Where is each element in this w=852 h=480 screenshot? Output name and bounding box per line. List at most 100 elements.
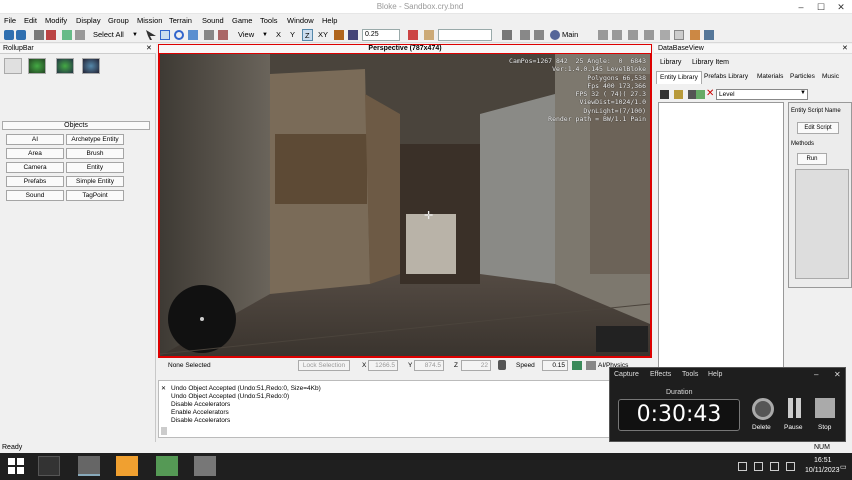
maximize-button[interactable]: ☐ [814,1,828,13]
network-icon[interactable] [738,462,747,471]
library-select[interactable]: Level [716,89,808,100]
select-all-label[interactable]: Select All [93,29,124,41]
select-terrain-icon[interactable] [204,30,214,40]
tagpoint-button[interactable]: TagPoint [66,190,124,201]
terrain-snap-icon[interactable] [334,30,344,40]
z-coordinate-field[interactable]: 22 [461,360,491,371]
display-tab-icon[interactable] [56,58,74,74]
chevron-down-icon[interactable]: ▼ [132,29,138,41]
menu-window[interactable]: Window [287,16,314,25]
pause-icon[interactable] [788,398,793,418]
area-button[interactable]: Area [6,148,64,159]
methods-list[interactable] [795,169,849,279]
close-icon[interactable]: ✕ [161,385,166,392]
console-scroll-handle[interactable] [161,427,167,435]
menu-file[interactable]: File [4,16,16,25]
run-button[interactable]: Run [797,153,827,165]
terrain-follow-icon[interactable] [572,361,582,370]
lock-selection-button[interactable]: Lock Selection [298,360,350,371]
camera-button[interactable]: Camera [6,162,64,173]
menu-game[interactable]: Game [232,16,252,25]
undo-icon[interactable] [4,30,14,40]
axis-x-button[interactable]: X [276,29,281,41]
lock-icon[interactable] [498,360,506,370]
delete-button[interactable]: Delete [752,424,771,431]
sandbox-editor-icon[interactable] [78,456,100,476]
physics-icon[interactable] [534,30,544,40]
menu-library[interactable]: Library [660,59,681,66]
menu-sound[interactable]: Sound [202,16,224,25]
select-icon[interactable] [62,30,72,40]
windows-start-icon[interactable] [6,456,28,476]
layers-tab-icon[interactable] [82,58,100,74]
help-menu[interactable]: Help [708,371,722,378]
simple-entity-button[interactable]: Simple Entity [66,176,124,187]
game-icon[interactable] [156,456,178,476]
snap-icon[interactable] [218,30,228,40]
main-label[interactable]: Main [562,29,578,41]
terrain-tab-icon[interactable] [28,58,46,74]
step-icon[interactable] [628,30,638,40]
camera-speed-icon[interactable] [586,361,596,370]
prefabs-button[interactable]: Prefabs [6,176,64,187]
speed-field[interactable]: 0.15 [542,360,568,371]
axis-y-button[interactable]: Y [290,29,295,41]
unlink-icon[interactable] [46,30,56,40]
clone-icon[interactable] [696,90,705,99]
speaker-icon[interactable] [754,462,763,471]
pause-button[interactable]: Pause [784,424,802,431]
settings-icon[interactable] [704,30,714,40]
move-icon[interactable] [160,30,170,40]
view-label[interactable]: View [238,29,254,41]
library-tree[interactable] [658,102,784,412]
open-folder-icon[interactable] [674,90,683,99]
stop-button[interactable]: Stop [818,424,831,431]
close-button[interactable]: ✕ [834,1,848,13]
main-icon[interactable] [550,30,560,40]
volume-icon[interactable] [786,462,795,471]
menu-modify[interactable]: Modify [45,16,67,25]
ruler-icon[interactable] [424,30,434,40]
minimize-icon[interactable]: – [814,370,818,379]
close-icon[interactable]: ✕ [834,370,841,379]
rotate-icon[interactable] [174,30,184,40]
close-icon[interactable]: ✕ [842,44,848,52]
grid-icon[interactable] [348,30,358,40]
brush-button[interactable]: Brush [66,148,124,159]
pointer-icon[interactable] [146,30,156,40]
y-coordinate-field[interactable]: 874.5 [414,360,444,371]
step-back-icon[interactable] [598,30,608,40]
library-icon[interactable] [660,30,670,40]
layer-select[interactable] [438,29,492,41]
entity-button[interactable]: Entity [66,162,124,173]
x-coordinate-field[interactable]: 1266.5 [368,360,398,371]
menu-mission[interactable]: Mission [137,16,162,25]
media-player-icon[interactable] [116,456,138,476]
stop-icon[interactable] [815,398,835,418]
chevron-down-icon[interactable]: ▼ [800,90,806,96]
minimize-button[interactable]: – [794,1,808,13]
delete-icon[interactable]: ✕ [706,88,714,99]
close-icon[interactable]: ✕ [146,44,152,52]
menu-display[interactable]: Display [76,16,101,25]
play-icon[interactable] [612,30,622,40]
terminal-icon[interactable] [38,456,60,476]
axis-z-button[interactable]: Z [302,29,313,41]
ai-button[interactable]: AI [6,134,64,145]
export-icon[interactable] [690,30,700,40]
menu-terrain[interactable]: Terrain [169,16,192,25]
blank-icon[interactable] [674,30,684,40]
perspective-viewport[interactable]: CamPos=1267 842 25 Angle: 0 6843 Ver:1.4… [158,53,652,358]
angle-snap-icon[interactable] [408,30,418,40]
tab-entity-library[interactable]: Entity Library [656,71,702,84]
menu-help[interactable]: Help [322,16,337,25]
archetype-entity-button[interactable]: Archetype Entity [66,134,124,145]
chevron-down-icon[interactable]: ▼ [262,29,268,41]
menu-tools[interactable]: Tools [260,16,278,25]
capture-menu[interactable]: Capture [614,371,639,378]
scale-icon[interactable] [188,30,198,40]
sound-button[interactable]: Sound [6,190,64,201]
objects-tab-icon[interactable] [4,58,22,74]
tab-particles[interactable]: Particles [790,73,815,80]
pause-icon[interactable] [796,398,801,418]
